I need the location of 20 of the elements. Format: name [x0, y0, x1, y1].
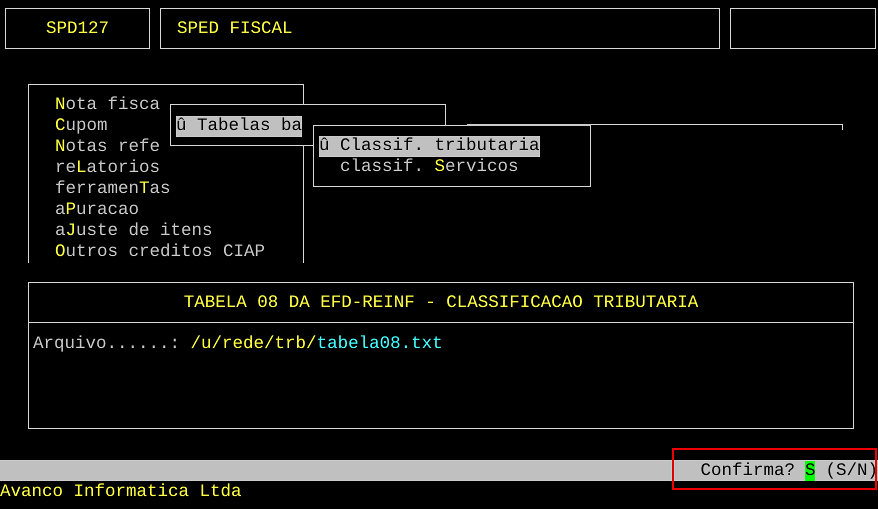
field-value: /u/rede/trb/tabela08.txt: [190, 334, 443, 354]
answer-field[interactable]: S: [804, 460, 816, 480]
menu-item[interactable]: reLatorios: [55, 158, 160, 179]
program-code-box: SPD127: [5, 8, 150, 49]
panel-title: TABELA 08 DA EFD-REINF - CLASSIFICACAO TRIBUTARIA: [29, 283, 853, 323]
prompt-question: Confirma?: [700, 460, 795, 480]
menu-item[interactable]: ferramenTas: [55, 179, 171, 200]
prompt-options: (S/N): [825, 460, 878, 480]
menu-item[interactable]: aPuracao: [55, 200, 140, 221]
menu-item[interactable]: Notas refe: [55, 137, 160, 158]
menu-item[interactable]: û Classif. tributaria: [319, 136, 540, 157]
field-label: Arquivo......:: [33, 334, 182, 354]
menu-item[interactable]: classif. Servicos: [319, 157, 519, 178]
company-name: Avanco Informatica Ltda: [0, 481, 243, 503]
menu-item[interactable]: Nota fisca: [55, 95, 160, 116]
menu-item[interactable]: Outros creditos CIAP: [55, 242, 266, 263]
title-box: SPED FISCAL: [160, 8, 720, 49]
menu-item[interactable]: û Tabelas ba: [176, 116, 302, 137]
menu-item[interactable]: aJuste de itens: [55, 221, 213, 242]
menu-item[interactable]: Cupom: [55, 116, 108, 137]
